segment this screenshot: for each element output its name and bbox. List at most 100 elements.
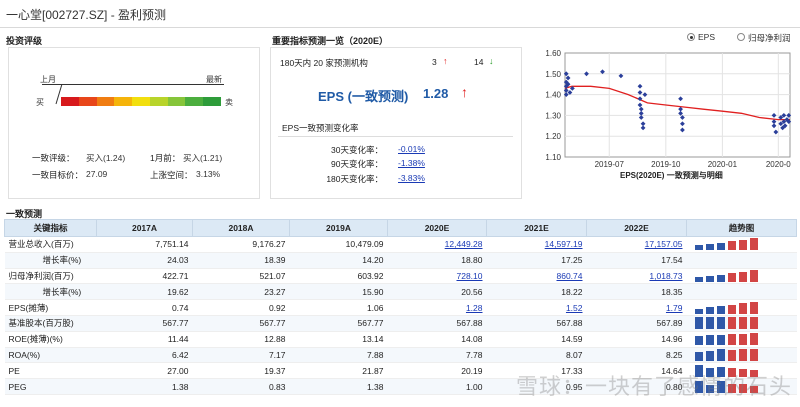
trend-bar [749,348,758,361]
table-cell[interactable]: 14,597.19 [486,236,587,253]
trend-cell [686,236,797,253]
trend-bar [716,349,725,361]
change-30d-value[interactable]: -0.01% [398,144,425,154]
change-180d-value[interactable]: -3.83% [398,173,425,183]
table-row: ROE(摊薄)(%) 11.44 12.88 13.14 14.08 14.59 14.96 [4,331,797,348]
month-ago-value: 买入(1.21) [183,153,223,163]
trend-bar [727,317,736,330]
table-cell[interactable]: 1.79 [586,299,687,316]
table-cell: 13.14 [289,331,388,348]
eps-consensus-label: EPS (一致预测) [318,89,409,104]
trend-bar [727,333,736,346]
table-cell: 1.06 [289,299,388,316]
table-row: 基准股本(百万股) 567.77 567.77 567.77 567.88 567.88 5… [4,315,797,332]
target-price-label: 一致目标价： [32,170,84,180]
rating-scale-segment [114,97,133,106]
upside-value: 3.13% [196,169,221,179]
table-cell[interactable]: 12,449.28 [387,236,487,253]
table-cell[interactable]: 17,157.05 [586,236,687,253]
trend-bar [705,243,714,251]
table-cell: 6.42 [96,347,193,364]
trend-bar [738,317,747,330]
table-cell: 12.88 [192,331,290,348]
y-tick-label: 1.60 [545,49,561,58]
table-cell: 567.89 [586,315,687,332]
table-row: 增长率(%) 19.62 23.27 15.90 20.56 18.22 18.35 [4,283,797,301]
table-cell: 11.44 [96,331,193,348]
down-count: 14 [474,57,484,67]
target-price-value: 27.09 [86,169,108,179]
table-row: ROA(%) 6.42 7.17 7.88 7.78 8.07 8.25 [4,347,797,364]
trend-bar [749,333,758,346]
net-profit-radio[interactable] [737,33,745,41]
table-cell: 10,479.09 [289,236,388,253]
eps-radio[interactable] [687,33,695,41]
table-cell: 19.37 [192,362,290,380]
row-label: PE [4,362,97,380]
trend-cell [686,252,797,269]
table-cell: 14.08 [387,331,487,348]
trend-cell [686,331,797,348]
trend-bar [727,241,736,251]
table-row: 归母净利润(百万) 422.71 521.07 603.92 728.10 860.74 1… [4,268,797,285]
table-cell: 18.35 [586,283,687,301]
trend-sparkbars [691,333,793,346]
chart-plot-area [564,52,791,158]
rating-scale-segment [96,97,115,106]
trend-bar [727,349,736,361]
table-cell: 14.20 [289,252,388,269]
row-label: 归母净利润(百万) [4,268,97,285]
trend-bar [716,334,725,346]
table-cell: 14.96 [586,331,687,348]
x-tick-label: 2019-10 [651,160,681,169]
x-tick-label: 2020-0 [766,160,791,169]
trend-bar [705,350,714,361]
table-cell: 7.88 [289,347,388,364]
trend-bar [694,276,703,282]
trend-bar [694,317,703,330]
table-cell[interactable]: 1.28 [387,299,487,316]
buy-label: 买 [36,98,44,107]
table-cell: 1.00 [387,378,487,395]
table-cell[interactable]: 728.10 [387,268,487,285]
trend-bar [716,274,725,282]
sell-label: 卖 [225,98,233,107]
trend-bar [749,301,758,314]
trend-sparkbars [691,238,793,251]
trend-cell [686,299,797,316]
table-cell: 20.56 [387,283,487,301]
change-90d-value[interactable]: -1.38% [398,158,425,168]
trend-sparkbars [691,301,793,314]
row-label: PEG [4,378,97,395]
net-profit-radio-label[interactable]: 归母净利润 [748,32,791,44]
table-cell: 27.00 [96,362,193,380]
table-cell: 24.03 [96,252,193,269]
x-tick-label: 2019-07 [595,160,625,169]
trend-cell [686,347,797,364]
table-cell: 7.78 [387,347,487,364]
table-cell: 8.25 [586,347,687,364]
consensus-rating-label: 一致评级： [32,153,75,163]
table-cell[interactable]: 1,018.73 [586,268,687,285]
x-tick-label: 2020-01 [708,160,738,169]
month-ago-label: 1月前： [150,153,181,163]
rating-scale-bar [61,97,222,106]
trend-bar [738,303,747,314]
header-2021e: 2021E [486,219,587,237]
row-label: ROE(摊薄)(%) [4,331,97,348]
trend-bar [705,317,714,330]
table-cell: 18.22 [486,283,587,301]
rating-scale-segment [203,97,222,106]
header-2020e: 2020E [387,219,487,237]
trend-bar [727,273,736,282]
row-label: 增长率(%) [4,283,97,301]
trend-bar [694,351,703,361]
table-cell: 18.39 [192,252,290,269]
table-cell[interactable]: 1.52 [486,299,587,316]
table-cell: 23.27 [192,283,290,301]
trend-sparkbars [691,317,793,330]
eps-radio-label[interactable]: EPS [698,32,715,42]
table-cell[interactable]: 860.74 [486,268,587,285]
table-cell: 567.88 [486,315,587,332]
table-cell: 20.19 [387,362,487,380]
